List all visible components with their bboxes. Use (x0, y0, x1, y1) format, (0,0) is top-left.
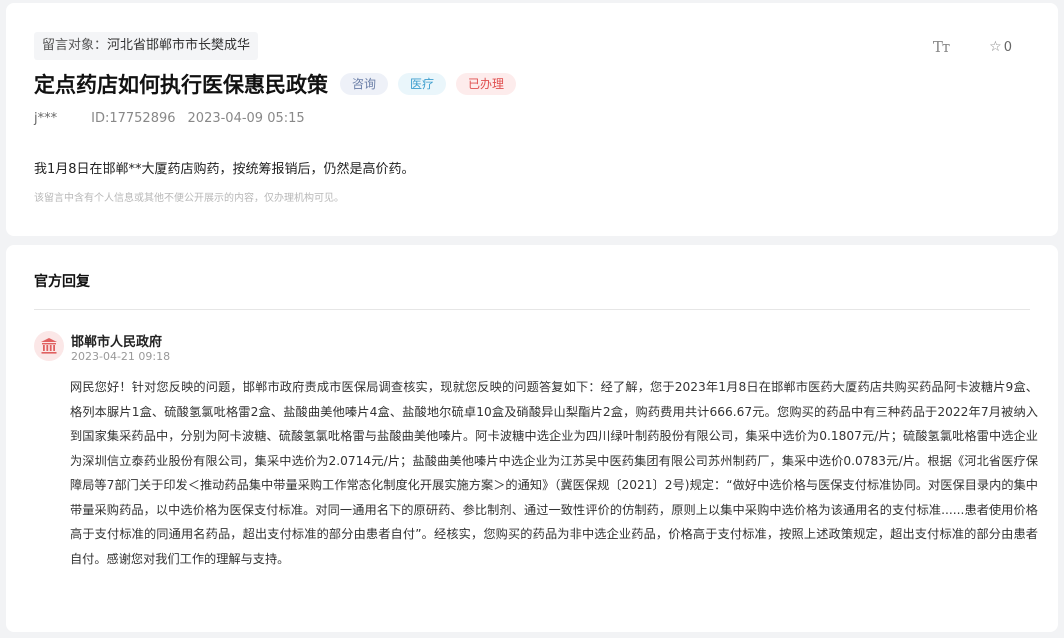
font-size-icon[interactable]: Tт (933, 38, 950, 56)
privacy-note: 该留言中含有个人信息或其他不便公开展示的内容，仅办理机构可见。 (34, 193, 344, 204)
badge-medical: 医疗 (398, 73, 447, 95)
reply-section-title: 官方回复 (34, 274, 90, 290)
star-icon: ☆ (989, 39, 1002, 55)
message-datetime: 2023-04-09 05:15 (187, 111, 305, 126)
message-target-tag: 留言对象：河北省邯郸市市长樊成华 (34, 32, 259, 60)
divider (34, 309, 1030, 310)
reply-org-name: 邯郸市人民政府 (71, 335, 163, 350)
government-building-icon (34, 331, 64, 361)
message-meta: j*** ID:17752896 2023-04-09 05:15 (34, 111, 305, 126)
reply-body: 网民您好！针对您反映的问题，邯郸市政府责成市医保局调查核实，现就您反映的问题答复… (70, 380, 1038, 566)
message-card: 留言对象：河北省邯郸市市长樊成华 Tт ☆ 0 定点药店如何执行医保惠民政策 咨… (6, 3, 1058, 236)
message-title: 定点药店如何执行医保惠民政策 (34, 73, 328, 97)
favorite-button[interactable]: ☆ 0 (989, 39, 1012, 55)
message-target-label: 留言对象： (42, 38, 108, 53)
message-content: 我1月8日在邯郸**大厦药店购药，按统筹报销后，仍然是高价药。 (34, 162, 415, 177)
title-row: 定点药店如何执行医保惠民政策 咨询 医疗 已办理 (34, 69, 526, 99)
reply-card: 官方回复 邯郸市人民政府 2023-04-21 09:18 网民您好！针对您反映… (6, 245, 1058, 632)
badge-consult: 咨询 (340, 73, 389, 95)
message-toolbar: Tт ☆ 0 (933, 38, 1012, 56)
message-author: j*** (34, 111, 58, 126)
reply-datetime: 2023-04-21 09:18 (71, 350, 171, 363)
favorite-count: 0 (1003, 39, 1012, 55)
message-target-value: 河北省邯郸市市长樊成华 (107, 38, 251, 53)
badge-status: 已办理 (456, 73, 517, 95)
message-id: ID:17752896 (91, 111, 176, 126)
